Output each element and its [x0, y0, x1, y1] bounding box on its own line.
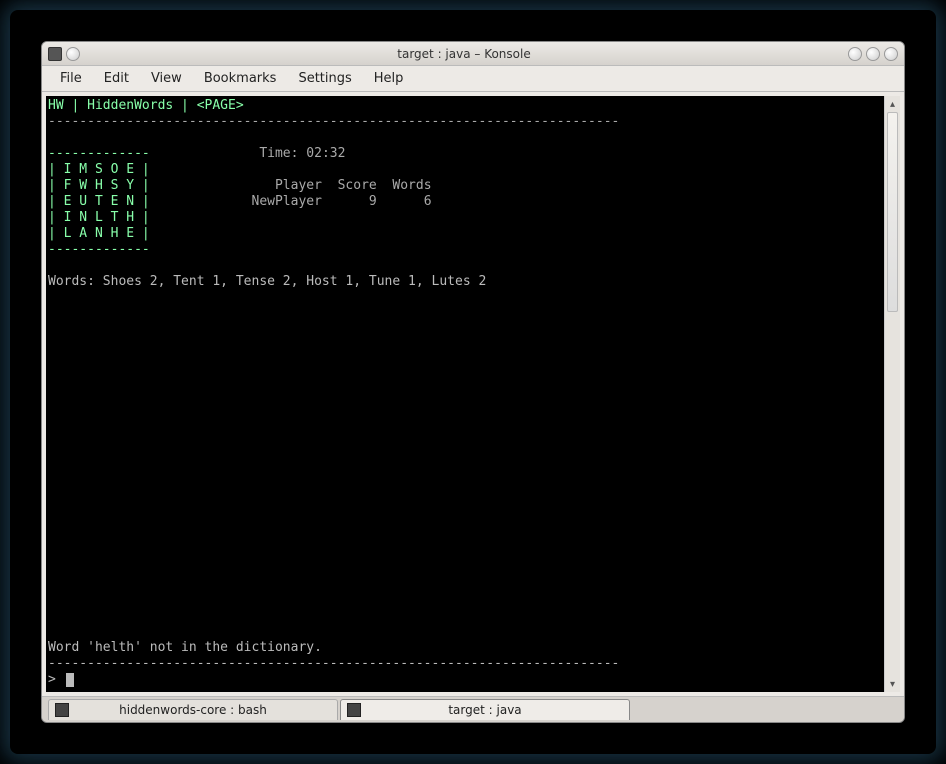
pin-icon[interactable] — [66, 47, 80, 61]
grid-row-1: | F W H S Y | — [48, 178, 150, 193]
divider-top: ----------------------------------------… — [48, 114, 619, 129]
window-title: target : java – Konsole — [80, 47, 848, 61]
session-tab-label: hiddenwords-core : bash — [119, 703, 267, 717]
terminal-icon — [347, 703, 361, 717]
scroll-up-icon[interactable]: ▴ — [885, 96, 900, 112]
game-header: HW | HiddenWords | <PAGE> — [48, 98, 244, 113]
terminal-container: HW | HiddenWords | <PAGE> --------------… — [42, 92, 904, 696]
konsole-window: target : java – Konsole File Edit View B… — [41, 41, 905, 723]
menu-edit[interactable]: Edit — [94, 68, 139, 89]
session-tab-bar: hiddenwords-core : bash target : java — [42, 696, 904, 722]
session-tab-java[interactable]: target : java — [340, 699, 630, 720]
grid-border-top: ------------- — [48, 146, 150, 161]
score-row: NewPlayer 9 6 — [189, 194, 432, 209]
menu-help[interactable]: Help — [364, 68, 414, 89]
menu-bar: File Edit View Bookmarks Settings Help — [42, 66, 904, 92]
title-bar[interactable]: target : java – Konsole — [42, 42, 904, 66]
minimize-icon[interactable] — [848, 47, 862, 61]
session-tab-label: target : java — [448, 703, 521, 717]
cursor-icon — [66, 673, 74, 687]
error-message: Word 'helth' not in the dictionary. — [48, 640, 322, 656]
menu-view[interactable]: View — [141, 68, 192, 89]
grid-row-3: | I N L T H | — [48, 210, 150, 225]
close-icon[interactable] — [884, 47, 898, 61]
words-list: Words: Shoes 2, Tent 1, Tense 2, Host 1,… — [48, 274, 882, 290]
prompt-symbol: > — [48, 672, 64, 688]
session-tab-bash[interactable]: hiddenwords-core : bash — [48, 699, 338, 720]
score-header: Player Score Words — [189, 178, 432, 193]
time-display: Time: 02:32 — [259, 146, 345, 161]
scroll-thumb[interactable] — [887, 112, 898, 312]
menu-settings[interactable]: Settings — [288, 68, 361, 89]
maximize-icon[interactable] — [866, 47, 880, 61]
grid-row-4: | L A N H E | — [48, 226, 150, 241]
grid-row-0: | I M S O E | — [48, 162, 150, 177]
menu-file[interactable]: File — [50, 68, 92, 89]
menu-bookmarks[interactable]: Bookmarks — [194, 68, 287, 89]
scroll-down-icon[interactable]: ▾ — [885, 676, 900, 692]
terminal[interactable]: HW | HiddenWords | <PAGE> --------------… — [46, 96, 884, 692]
app-icon — [48, 47, 62, 61]
divider-bottom: ----------------------------------------… — [48, 656, 619, 672]
grid-row-2: | E U T E N | — [48, 194, 150, 209]
terminal-icon — [55, 703, 69, 717]
grid-border-bottom: ------------- — [48, 242, 150, 257]
scrollbar[interactable]: ▴ ▾ — [884, 96, 900, 692]
prompt-row[interactable]: > — [48, 672, 74, 688]
